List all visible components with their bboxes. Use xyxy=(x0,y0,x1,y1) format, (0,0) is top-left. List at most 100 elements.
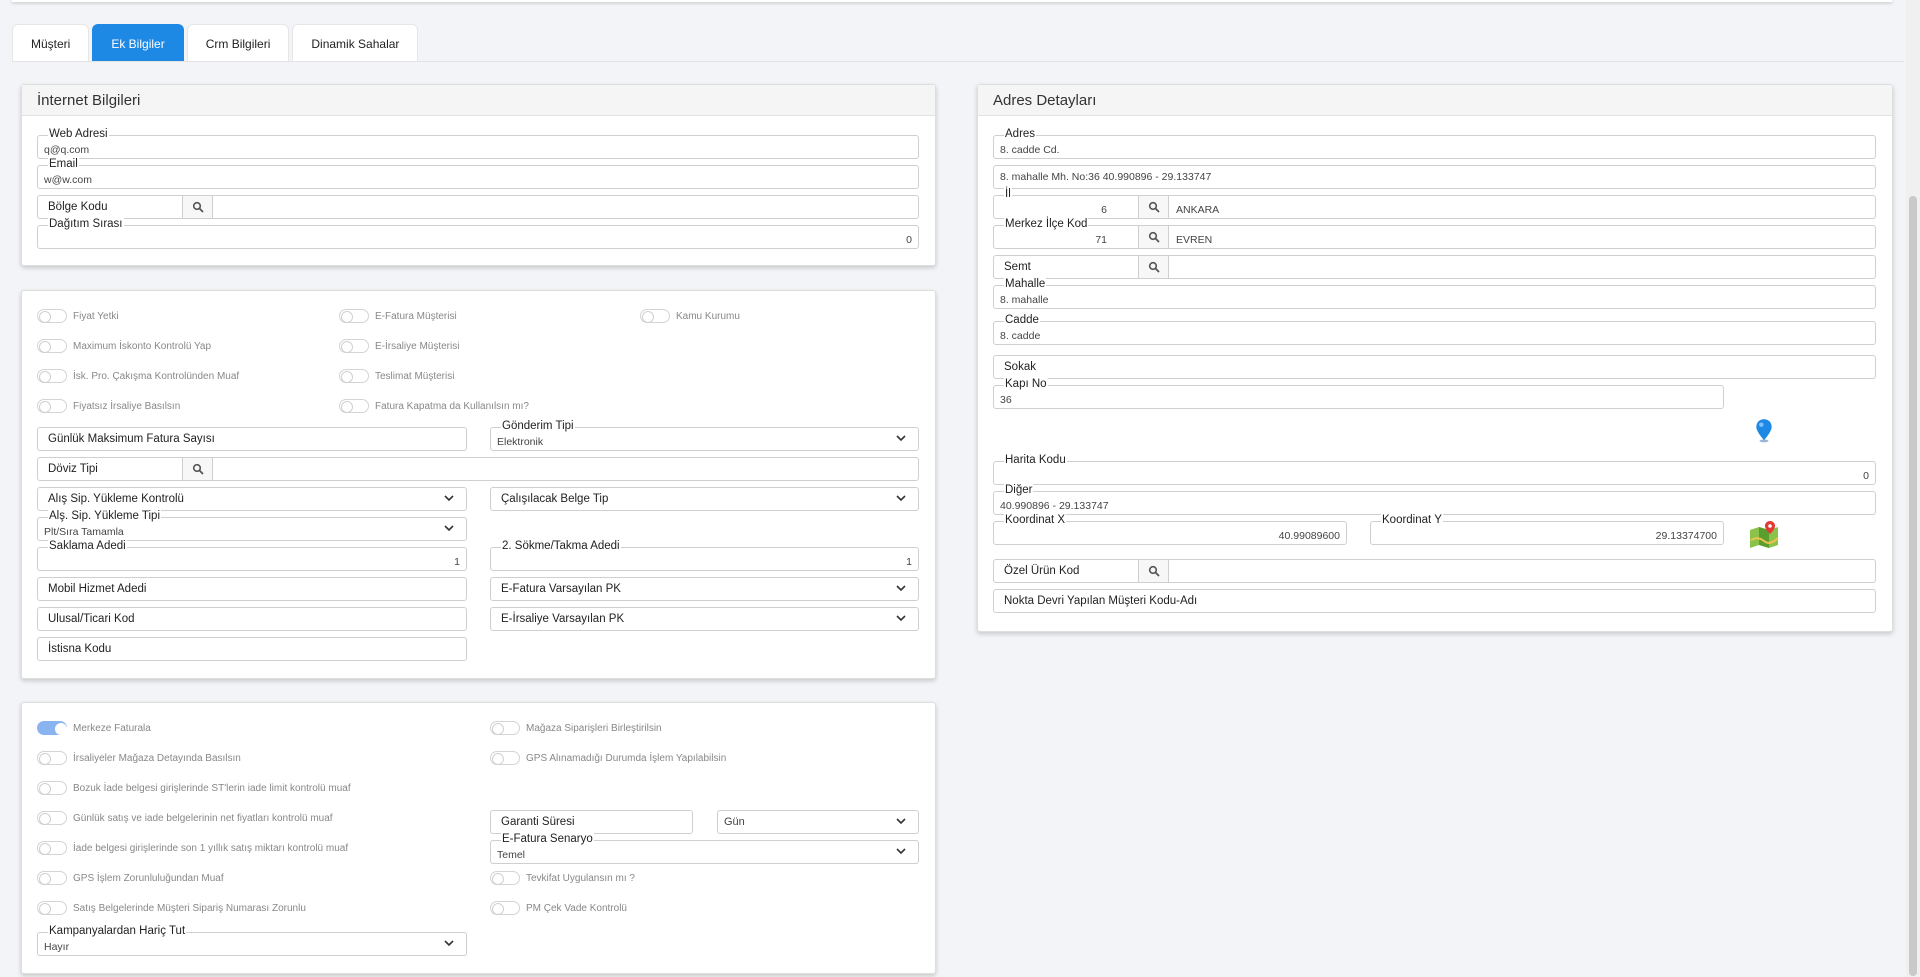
adres-line2-field[interactable]: 8. mahalle Mh. No:36 40.990896 - 29.1337… xyxy=(993,165,1876,189)
toggle-irsaliyeler-magaza-detayinda[interactable]: İrsaliyeler Mağaza Detayında Basılsın xyxy=(37,750,241,766)
toggle-teslimat-musterisi[interactable]: Teslimat Müşterisi xyxy=(339,368,454,384)
semt-search-button[interactable] xyxy=(1138,255,1169,279)
bolge-kodu-field[interactable]: Bölge Kodu xyxy=(37,195,919,219)
map-icon[interactable] xyxy=(1748,520,1780,548)
diger-field[interactable]: Diğer 40.990896 - 29.133747 xyxy=(993,484,1876,515)
toggle-switch[interactable] xyxy=(37,309,67,323)
garanti-unit-select[interactable]: Gün xyxy=(717,810,919,834)
ozel-urun-kod-field[interactable]: Özel Ürün Kod xyxy=(993,559,1876,583)
chevron-down-icon[interactable] xyxy=(896,614,906,622)
map-pin-icon[interactable] xyxy=(1755,418,1773,444)
toggle-switch[interactable] xyxy=(490,721,520,735)
toggle-gps-islem-zorunlulugu[interactable]: GPS İşlem Zorunluluğundan Muaf xyxy=(37,870,224,886)
chevron-down-icon[interactable] xyxy=(896,584,906,592)
nokta-devri-field[interactable]: Nokta Devri Yapılan Müşteri Kodu-Adı xyxy=(993,589,1876,613)
toggle-gps-alinamadigi[interactable]: GPS Alınamadığı Durumda İşlem Yapılabils… xyxy=(490,750,726,766)
toggle-gunluk-satis-iade[interactable]: Günlük satış ve iade belgelerinin net fi… xyxy=(37,810,333,826)
toggle-switch[interactable] xyxy=(490,901,520,915)
adres-field[interactable]: Adres 8. cadde Cd. xyxy=(993,128,1876,159)
tab-crm-bilgileri[interactable]: Crm Bilgileri xyxy=(186,24,290,62)
e-fatura-senaryo-select[interactable]: E-Fatura Senaryo Temel xyxy=(490,833,919,864)
kampanyalardan-haric-tut-select[interactable]: Kampanyalardan Hariç Tut Hayır xyxy=(37,925,467,956)
tab-dinamik-sahalar[interactable]: Dinamik Sahalar xyxy=(292,24,419,62)
toggle-switch[interactable] xyxy=(37,339,67,353)
alis-sip-yukleme-tipi-select[interactable]: Alş. Sip. Yükleme Tipi Plt/Sıra Tamamla xyxy=(37,510,467,541)
ozel-urun-search-button[interactable] xyxy=(1138,559,1169,583)
toggle-switch[interactable] xyxy=(490,871,520,885)
toggle-pm-cek-vade[interactable]: PM Çek Vade Kontrolü xyxy=(490,900,627,916)
toggle-iade-son-1-yillik[interactable]: İade belgesi girişlerinde son 1 yıllık s… xyxy=(37,840,348,856)
doviz-tipi-field[interactable]: Döviz Tipi xyxy=(37,457,919,481)
chevron-down-icon[interactable] xyxy=(896,494,906,502)
garanti-suresi-field[interactable]: Garanti Süresi xyxy=(490,810,693,834)
toggle-bozuk-iade[interactable]: Bozuk İade belgesi girişlerinde ST'lerin… xyxy=(37,780,351,796)
harita-kodu-field[interactable]: Harita Kodu 0 xyxy=(993,454,1876,485)
toggle-kamu-kurumu[interactable]: Kamu Kurumu xyxy=(640,308,740,324)
alis-sip-yukleme-kontrolu-select[interactable]: Alış Sip. Yükleme Kontrolü xyxy=(37,487,467,511)
e-fatura-varsayilan-pk-select[interactable]: E-Fatura Varsayılan PK xyxy=(490,577,919,601)
toggle-switch[interactable] xyxy=(37,811,67,825)
scrollbar-thumb[interactable] xyxy=(1909,196,1917,976)
koordinat-y-field[interactable]: Koordinat Y 29.13374700 xyxy=(1370,514,1724,545)
merkez-ilce-kod-field[interactable]: Merkez İlçe Kod 71 EVREN xyxy=(993,218,1876,249)
toggle-magaza-siparisleri[interactable]: Mağaza Siparişleri Birleştirilsin xyxy=(490,720,662,736)
toggle-switch[interactable] xyxy=(37,369,67,383)
doviz-search-button[interactable] xyxy=(182,457,213,481)
ulusal-ticari-kod-field[interactable]: Ulusal/Ticari Kod xyxy=(37,607,467,631)
toggle-maximum-iskonto[interactable]: Maximum İskonto Kontrolü Yap xyxy=(37,338,211,354)
chevron-down-icon[interactable] xyxy=(896,817,906,825)
toggle-switch[interactable] xyxy=(37,721,67,735)
toggle-switch[interactable] xyxy=(37,751,67,765)
toggle-switch[interactable] xyxy=(339,339,369,353)
gunluk-maksimum-fatura-field[interactable]: Günlük Maksimum Fatura Sayısı xyxy=(37,427,467,451)
il-field[interactable]: İl 6 ANKARA xyxy=(993,188,1876,219)
kapi-no-field[interactable]: Kapı No 36 xyxy=(993,378,1724,409)
toggle-musteri-siparis-numarasi[interactable]: Satış Belgelerinde Müşteri Sipariş Numar… xyxy=(37,900,306,916)
toggle-isk-pro-cakisma[interactable]: İsk. Pro. Çakışma Kontrolünden Muaf xyxy=(37,368,239,384)
chevron-down-icon[interactable] xyxy=(896,847,906,855)
dagitim-sirasi-field[interactable]: Dağıtım Sırası 0 xyxy=(37,218,919,249)
toggle-switch[interactable] xyxy=(490,751,520,765)
field-label: Mobil Hizmet Adedi xyxy=(48,583,147,595)
toggle-switch[interactable] xyxy=(37,399,67,413)
toggle-switch[interactable] xyxy=(37,901,67,915)
gonderim-tipi-select[interactable]: Gönderim Tipi Elektronik xyxy=(490,420,919,451)
chevron-down-icon[interactable] xyxy=(896,434,906,442)
toggle-switch[interactable] xyxy=(37,781,67,795)
mahalle-field[interactable]: Mahalle 8. mahalle xyxy=(993,278,1876,309)
toggle-switch[interactable] xyxy=(339,309,369,323)
chevron-down-icon[interactable] xyxy=(444,524,454,532)
toggle-fiyat-yetki[interactable]: Fiyat Yetki xyxy=(37,308,119,324)
saklama-adedi-field[interactable]: Saklama Adedi 1 xyxy=(37,540,467,571)
istisna-kodu-field[interactable]: İstisna Kodu xyxy=(37,637,467,661)
web-adresi-field[interactable]: Web Adresi q@q.com xyxy=(37,128,919,159)
chevron-down-icon[interactable] xyxy=(444,494,454,502)
toggle-e-fatura-musterisi[interactable]: E-Fatura Müşterisi xyxy=(339,308,457,324)
chevron-down-icon[interactable] xyxy=(444,939,454,947)
toggle-switch[interactable] xyxy=(339,369,369,383)
toggle-switch[interactable] xyxy=(339,399,369,413)
tab-ek-bilgiler[interactable]: Ek Bilgiler xyxy=(92,24,184,62)
toggle-fatura-kapatma[interactable]: Fatura Kapatma da Kullanılsın mı? xyxy=(339,398,529,414)
sokme-takma-adedi-field[interactable]: 2. Sökme/Takma Adedi 1 xyxy=(490,540,919,571)
e-irsaliye-varsayilan-pk-select[interactable]: E-İrsaliye Varsayılan PK xyxy=(490,607,919,631)
tab-musteri[interactable]: Müşteri xyxy=(12,24,90,62)
toggle-e-irsaliye-musterisi[interactable]: E-İrsaliye Müşterisi xyxy=(339,338,459,354)
toggle-switch[interactable] xyxy=(640,309,670,323)
toggle-fiyatsiz-irsaliye[interactable]: Fiyatsız İrsaliye Basılsın xyxy=(37,398,180,414)
toggle-merkeze-faturala[interactable]: Merkeze Faturala xyxy=(37,720,151,736)
mobil-hizmet-adedi-field[interactable]: Mobil Hizmet Adedi xyxy=(37,577,467,601)
cadde-field[interactable]: Cadde 8. cadde xyxy=(993,314,1876,345)
email-field[interactable]: Email w@w.com xyxy=(37,158,919,189)
koordinat-x-field[interactable]: Koordinat X 40.99089600 xyxy=(993,514,1347,545)
search-icon xyxy=(1148,565,1160,577)
bolge-search-button[interactable] xyxy=(182,195,213,219)
ilce-search-button[interactable] xyxy=(1138,225,1169,249)
il-search-button[interactable] xyxy=(1138,195,1169,219)
toggle-switch[interactable] xyxy=(37,841,67,855)
semt-field[interactable]: Semt xyxy=(993,255,1876,279)
toggle-switch[interactable] xyxy=(37,871,67,885)
sokak-field[interactable]: Sokak xyxy=(993,355,1876,379)
toggle-tevkifat[interactable]: Tevkifat Uygulansın mı ? xyxy=(490,870,635,886)
calisilacak-belge-tip-select[interactable]: Çalışılacak Belge Tip xyxy=(490,487,919,511)
